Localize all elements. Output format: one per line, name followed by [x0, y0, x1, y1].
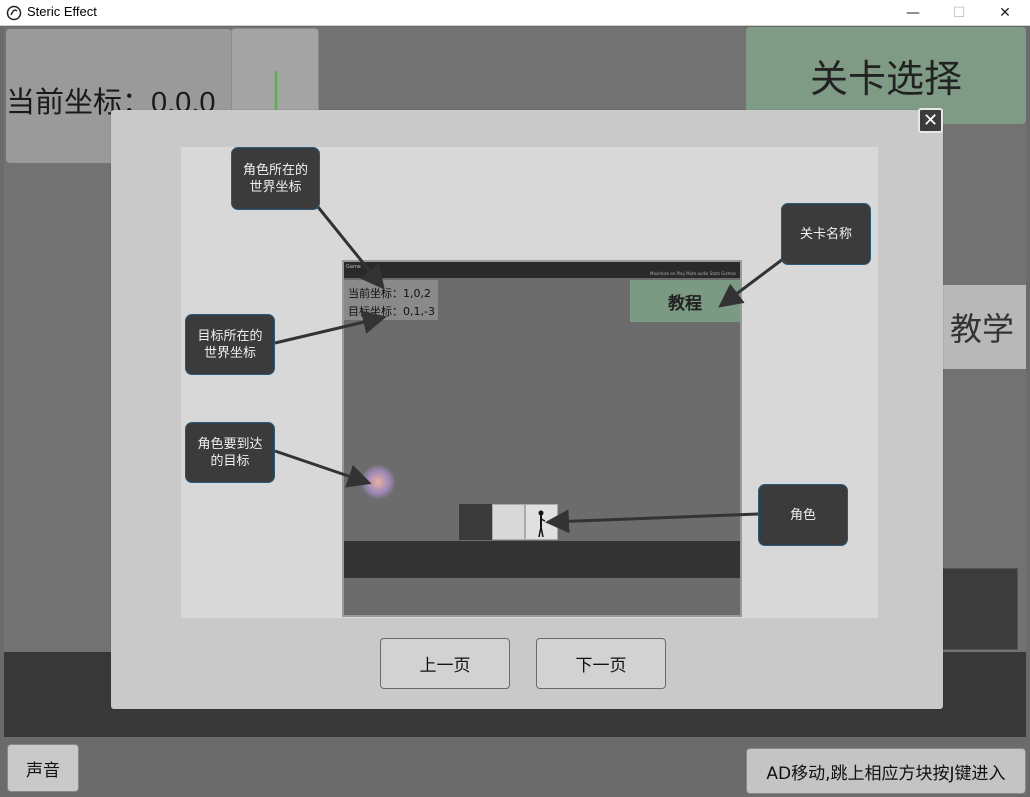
callout-text: 目标所在的 世界坐标	[197, 328, 263, 361]
close-window-button[interactable]: ✕	[982, 0, 1028, 26]
screenshot-block-light	[492, 504, 525, 540]
maximize-button[interactable]: ☐	[936, 0, 982, 26]
target-glow-icon	[361, 465, 395, 499]
callout-text: 角色所在的 世界坐标	[242, 162, 308, 195]
screenshot-tab-label: Game	[346, 264, 361, 270]
screenshot-level-name: 教程	[630, 280, 740, 322]
tutorial-modal: Game Maximize on Play Mute audio Stats G…	[111, 108, 943, 709]
screenshot-status-text: Maximize on Play Mute audio Stats Gizmos	[650, 271, 736, 276]
screenshot-toolbar: Game Maximize on Play Mute audio Stats G…	[344, 262, 740, 278]
screenshot-player-block	[525, 504, 558, 540]
character-icon	[538, 510, 546, 538]
callout-character-coordinate: 角色所在的 世界坐标	[231, 147, 320, 210]
game-window: Steric Effect — ☐ ✕ 当前坐标：0,0,0 关卡选择 教学 声…	[0, 0, 1030, 797]
callout-text: 角色	[789, 507, 816, 523]
title-bar: Steric Effect — ☐ ✕	[0, 0, 1030, 26]
screenshot-block-dark	[459, 504, 492, 540]
tutorial-screenshot: Game Maximize on Play Mute audio Stats G…	[342, 260, 742, 617]
callout-character: 角色	[758, 484, 848, 546]
app-icon	[6, 5, 22, 21]
callout-target-coordinate: 目标所在的 世界坐标	[185, 314, 275, 375]
callout-text: 关卡名称	[799, 226, 852, 242]
minimize-button[interactable]: —	[890, 0, 936, 26]
screenshot-floor	[344, 541, 740, 578]
callout-target: 角色要到达 的目标	[185, 422, 275, 483]
scene-block	[938, 568, 1018, 650]
next-page-button[interactable]: 下一页	[536, 638, 666, 689]
previous-page-button[interactable]: 上一页	[380, 638, 510, 689]
sound-button[interactable]: 声音	[7, 744, 79, 792]
controls-hint: AD移动,跳上相应方块按J键进入	[746, 748, 1026, 794]
callout-text: 角色要到达 的目标	[197, 436, 263, 469]
window-title: Steric Effect	[27, 4, 97, 19]
screenshot-target-coord: 目标坐标：0,1,-3	[348, 305, 435, 318]
modal-close-button[interactable]: ✕	[918, 108, 943, 133]
game-viewport: 当前坐标：0,0,0 关卡选择 教学 声音 AD移动,跳上相应方块按J键进入 G…	[4, 27, 1026, 795]
callout-level-name: 关卡名称	[781, 203, 871, 265]
screenshot-current-coord: 当前坐标：1,0,2	[348, 287, 431, 300]
